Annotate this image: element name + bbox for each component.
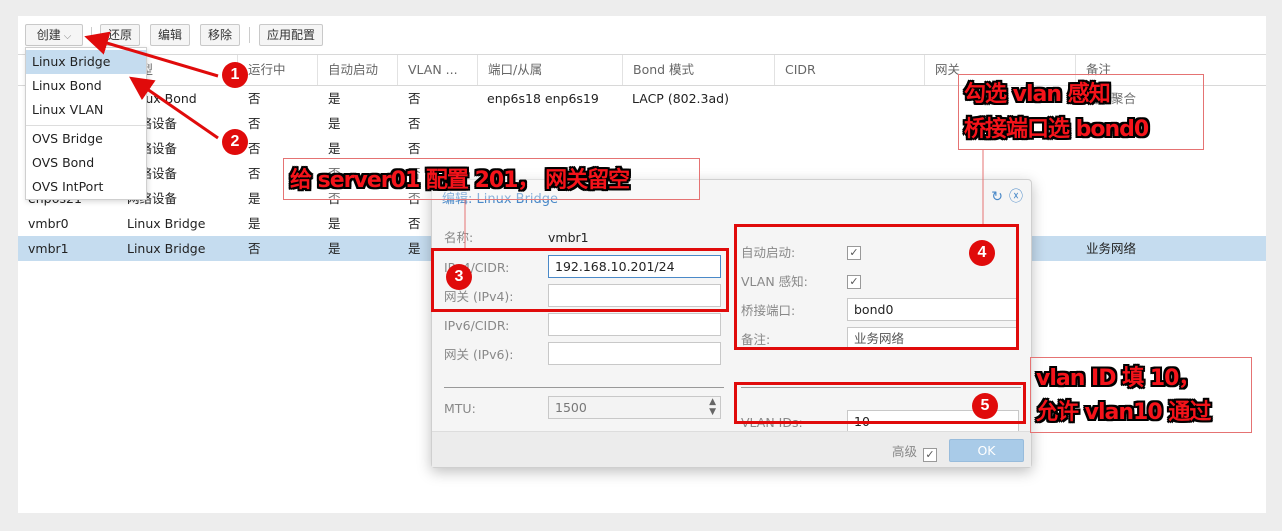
cell-vlan: 否 [408, 91, 421, 106]
close-icon[interactable]: ⓧ [1009, 189, 1023, 205]
reset-icon[interactable]: ↻ [991, 189, 1003, 205]
mtu-label: MTU: [444, 401, 476, 416]
col-header-ports[interactable]: 端口/从属 [478, 55, 623, 85]
cell-name: vmbr0 [28, 216, 69, 231]
create-menu: Linux Bridge Linux Bond Linux VLAN OVS B… [25, 47, 147, 200]
menu-item-linux-vlan[interactable]: Linux VLAN [26, 98, 146, 122]
ipv6-cidr-label: IPv6/CIDR: [444, 318, 510, 333]
cell-active: 否 [248, 166, 261, 181]
name-label: 名称: [444, 230, 474, 245]
apply-config-button[interactable]: 应用配置 [259, 24, 323, 46]
col-header-vlan[interactable]: VLAN ... [398, 55, 478, 85]
divider [444, 387, 724, 388]
mtu-value: 1500 [555, 400, 587, 415]
ipv6-cidr-input[interactable] [548, 313, 721, 336]
cell-bond-mode: LACP (802.3ad) [632, 91, 729, 106]
edit-button[interactable]: 编辑 [150, 24, 190, 46]
dialog-footer: 高级 ✓ OK [432, 431, 1031, 467]
remove-button[interactable]: 移除 [200, 24, 240, 46]
col-header-bond-mode[interactable]: Bond 模式 [623, 55, 775, 85]
cell-vlan: 否 [408, 116, 421, 131]
gateway-ipv6-label: 网关 (IPv6): [444, 347, 514, 362]
cell-name: vmbr1 [28, 241, 69, 256]
menu-item-linux-bridge[interactable]: Linux Bridge [26, 50, 146, 74]
create-label: 创建 [36, 28, 61, 42]
chevron-down-icon: ⌵ [63, 31, 72, 42]
advanced-toggle[interactable]: 高级 ✓ [892, 441, 937, 462]
highlight-box-ipv4 [431, 248, 729, 312]
menu-item-ovs-intport[interactable]: OVS IntPort [26, 175, 146, 199]
cell-active: 是 [248, 191, 261, 206]
dialog-tools: ↻ ⓧ [985, 186, 1023, 206]
advanced-checkbox[interactable]: ✓ [923, 448, 937, 462]
cell-type: Linux Bridge [127, 216, 206, 231]
network-panel: 创建⌵ 还原 编辑 移除 应用配置 名称 类型 运行中 自动启动 VLAN ..… [18, 16, 1266, 513]
toolbar-divider [91, 27, 92, 43]
step-3-badge: 3 [446, 264, 472, 290]
menu-divider [26, 125, 146, 126]
col-header-cidr[interactable]: CIDR [775, 55, 925, 85]
callout-ip-text: 给 server01 配置 201， 网关留空 [290, 168, 630, 193]
cell-vlan: 是 [408, 241, 421, 256]
menu-item-ovs-bridge[interactable]: OVS Bridge [26, 127, 146, 151]
step-1-badge: 1 [222, 62, 248, 88]
step-5-badge: 5 [972, 393, 998, 419]
callout-vid-text-2: 允许 vlan10 通过 [1036, 400, 1211, 425]
menu-item-ovs-bond[interactable]: OVS Bond [26, 151, 146, 175]
step-2-badge: 2 [222, 129, 248, 155]
cell-ports: enp6s18 enp6s19 [487, 91, 599, 106]
toolbar-divider [249, 27, 250, 43]
toolbar: 创建 ⌵ 还原 编辑 移除 应用配置 [18, 16, 1266, 54]
revert-button[interactable]: 还原 [100, 24, 140, 46]
callout-vlan-text-2: 桥接端口选 bond0 [964, 117, 1149, 142]
cell-autostart: 是 [328, 216, 341, 231]
cell-active: 否 [248, 241, 261, 256]
callout-vid-text-1: vlan ID 填 10， [1036, 366, 1200, 391]
advanced-label: 高级 [892, 444, 918, 459]
spinner-icon[interactable]: ▲ ▼ [709, 397, 716, 417]
step-4-badge: 4 [969, 240, 995, 266]
ok-button[interactable]: OK [949, 439, 1024, 462]
cell-autostart: 是 [328, 116, 341, 131]
menu-item-linux-bond[interactable]: Linux Bond [26, 74, 146, 98]
gateway-ipv6-input[interactable] [548, 342, 721, 365]
cell-active: 否 [248, 116, 261, 131]
col-header-autostart[interactable]: 自动启动 [318, 55, 398, 85]
callout-vlan-text-1: 勾选 vlan 感知 [964, 82, 1111, 107]
cell-autostart: 是 [328, 241, 341, 256]
col-header-active[interactable]: 运行中 [238, 55, 318, 85]
cell-comment: 业务网络 [1086, 241, 1137, 256]
cell-active: 否 [248, 91, 261, 106]
cell-vlan: 否 [408, 216, 421, 231]
create-button[interactable]: 创建 ⌵ [25, 24, 83, 46]
cell-autostart: 是 [328, 91, 341, 106]
cell-active: 否 [248, 141, 261, 156]
name-value: vmbr1 [548, 230, 589, 245]
cell-active: 是 [248, 216, 261, 231]
cell-type: Linux Bridge [127, 241, 206, 256]
mtu-input[interactable]: 1500 ▲ ▼ [548, 396, 721, 419]
